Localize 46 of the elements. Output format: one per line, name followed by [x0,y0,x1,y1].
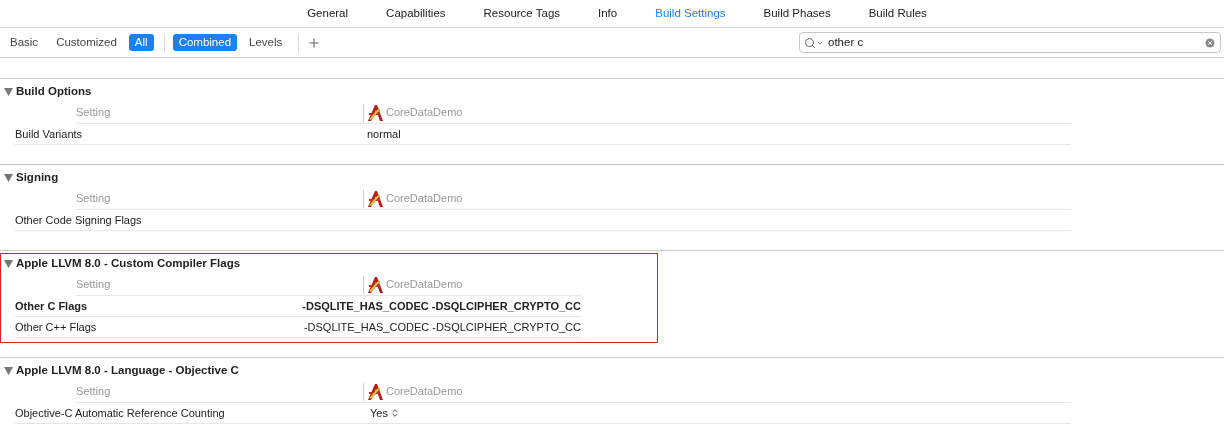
search-field[interactable]: other c [799,32,1221,53]
app-icon [366,103,384,122]
setting-name: Other C++ Flags [15,319,98,335]
column-header: Setting [76,277,112,293]
app-icon [366,189,384,208]
tab[interactable]: General [307,4,349,23]
disclosure-triangle[interactable] [1,367,16,375]
target-name: CoreDataDemo [386,191,463,207]
setting-name: Objective-C Automatic Reference Counting [15,405,226,421]
column-header: Setting [76,191,112,207]
target-name: CoreDataDemo [386,384,463,400]
disclosure-triangle[interactable] [1,260,16,268]
section-title: Build Options [16,84,92,100]
setting-name: Build Variants [15,126,84,142]
setting-value: -DSQLITE_HAS_CODEC -DSQLCIPHER_CRYPTO_CC [303,319,581,335]
search-icon[interactable] [804,36,824,49]
section-title: Apple LLVM 8.0 - Custom Compiler Flags [16,256,241,272]
stepper-icon [389,408,400,418]
section-title: Apple LLVM 8.0 - Language - Objective C [16,363,239,379]
filter-button[interactable]: Combined [172,34,238,51]
setting-name: Other C Flags [15,298,89,314]
tab[interactable]: Info [598,4,618,23]
tab[interactable]: Capabilities [386,4,446,23]
setting-name: Other Code Signing Flags [15,212,143,228]
setting-value: -DSQLITE_HAS_CODEC -DSQLCIPHER_CRYPTO_CC [302,298,581,314]
tab[interactable]: Build Settings [655,4,726,23]
app-icon [366,275,384,294]
filter-button[interactable]: Levels [243,34,289,51]
column-header: Setting [76,384,112,400]
filter-button[interactable]: Customized [50,34,123,51]
disclosure-triangle[interactable] [1,174,16,182]
setting-value: normal [367,126,401,142]
app-icon [366,382,384,401]
disclosure-triangle[interactable] [1,88,16,96]
column-header: Setting [76,105,112,121]
value-popup[interactable]: Yes [370,404,400,422]
clear-icon[interactable] [1204,36,1216,49]
add-icon[interactable] [307,35,322,50]
filter-button[interactable]: All [128,34,154,51]
section-title: Signing [16,170,59,186]
filter-button[interactable]: Basic [4,34,45,51]
tab[interactable]: Build Phases [763,4,831,23]
target-name: CoreDataDemo [386,277,463,293]
tab[interactable]: Resource Tags [483,4,561,23]
tab[interactable]: Build Rules [868,4,927,23]
target-name: CoreDataDemo [386,105,463,121]
